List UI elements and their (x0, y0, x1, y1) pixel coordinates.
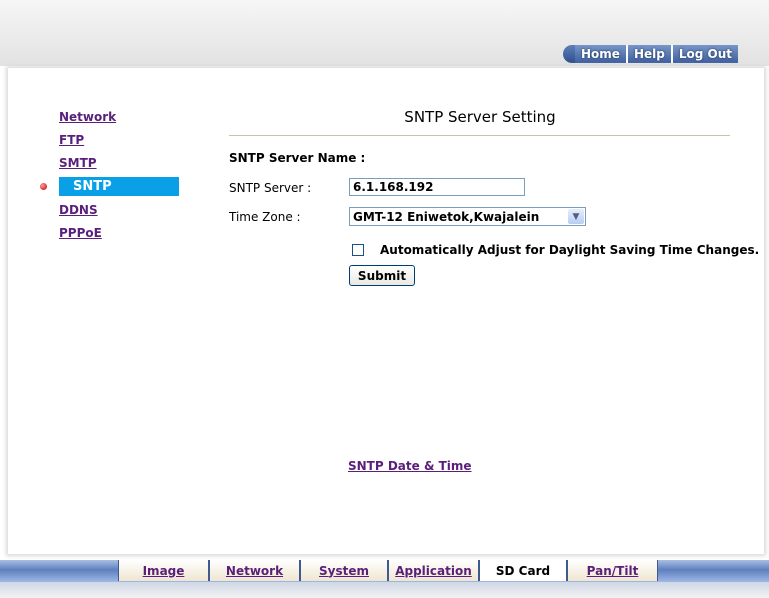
help-button[interactable]: Help (627, 45, 671, 63)
sntp-date-time-link[interactable]: SNTP Date & Time (348, 459, 472, 473)
active-bullet-icon (40, 183, 47, 190)
dst-label: Automatically Adjust for Daylight Saving… (380, 243, 760, 257)
dst-checkbox[interactable] (352, 244, 364, 256)
main-panel: Network FTP SMTP SNTP DDNS PPPoE SNTP Se… (8, 68, 764, 554)
page-title: SNTP Server Setting (404, 108, 556, 126)
topnav-left-cap (563, 45, 575, 63)
bottom-band (0, 582, 769, 598)
sntp-server-input[interactable]: 6.1.168.192 (349, 178, 525, 196)
bottom-tab-bar: Image Network System Application SD Card… (0, 560, 769, 582)
tab-application[interactable]: Application (388, 560, 479, 581)
title-divider (229, 135, 730, 136)
submit-button[interactable]: Submit (349, 265, 415, 286)
tab-system[interactable]: System (300, 560, 388, 581)
sidebar-item-sntp[interactable]: SNTP (59, 177, 179, 196)
server-name-label: SNTP Server Name : (229, 151, 366, 165)
timezone-label: Time Zone : (229, 210, 301, 224)
sntp-server-value: 6.1.168.192 (353, 180, 434, 194)
sidebar-item-smtp[interactable]: SMTP (59, 156, 97, 170)
sidebar-item-network[interactable]: Network (59, 110, 116, 124)
tab-image[interactable]: Image (118, 560, 209, 581)
tab-sd-card[interactable]: SD Card (479, 560, 567, 581)
sidebar-item-ddns[interactable]: DDNS (59, 203, 98, 217)
bottom-tabs: Image Network System Application SD Card… (118, 560, 658, 582)
sidebar-item-ftp[interactable]: FTP (59, 133, 84, 147)
top-navigation: Home Help Log Out (563, 44, 762, 64)
tab-pan-tilt[interactable]: Pan/Tilt (567, 560, 658, 581)
home-button[interactable]: Home (575, 45, 626, 63)
timezone-value: GMT-12 Eniwetok,Kwajalein (353, 209, 540, 224)
tab-network[interactable]: Network (209, 560, 300, 581)
logout-button[interactable]: Log Out (672, 45, 738, 63)
server-label: SNTP Server : (229, 181, 312, 195)
chevron-down-icon[interactable]: ▼ (568, 209, 584, 224)
sidebar-item-pppoe[interactable]: PPPoE (59, 226, 102, 240)
timezone-select[interactable]: GMT-12 Eniwetok,Kwajalein ▼ (349, 207, 586, 226)
